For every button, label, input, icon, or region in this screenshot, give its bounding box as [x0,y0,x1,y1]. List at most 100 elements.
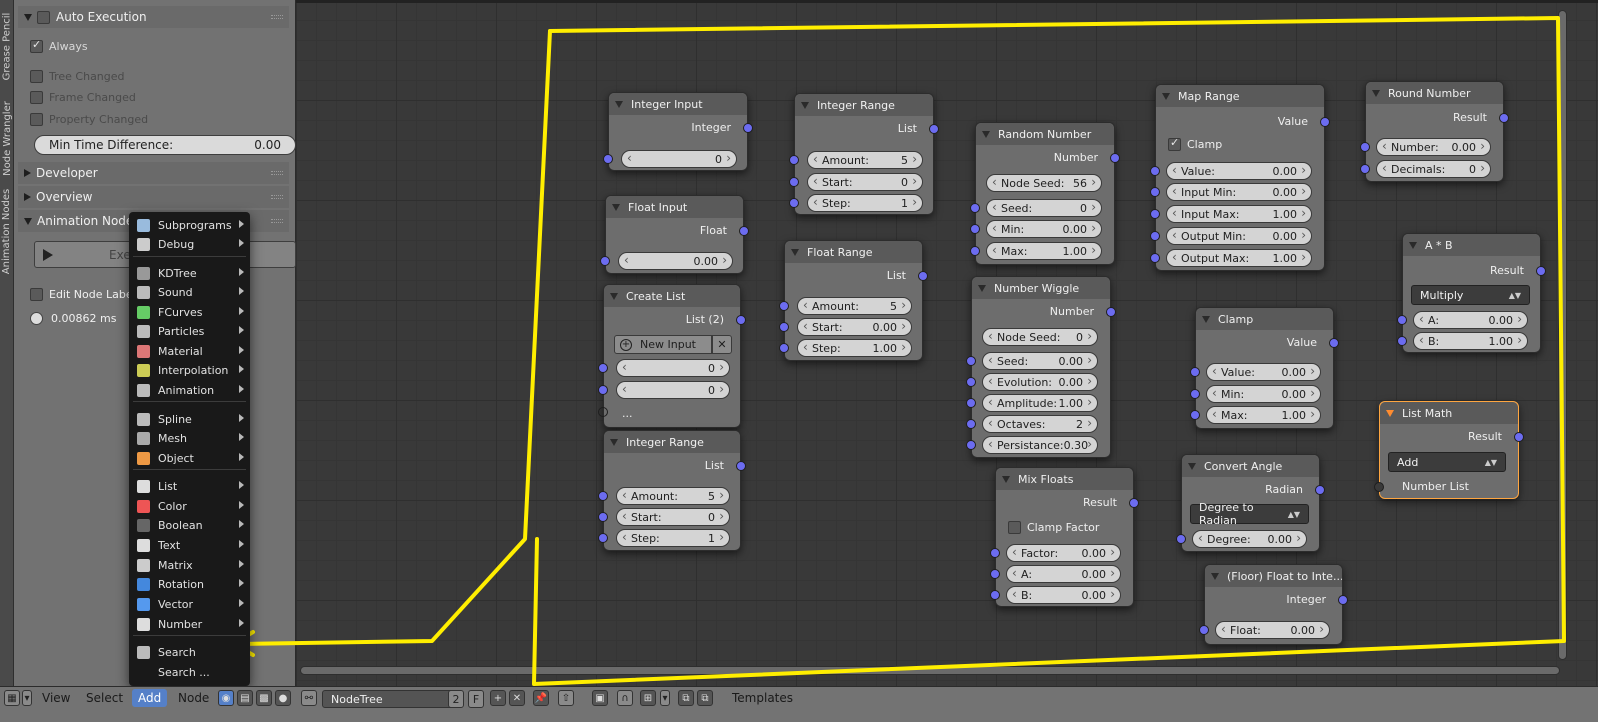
collapse-icon[interactable] [610,292,618,300]
dropdown-arrow-icon[interactable]: ▾ [660,690,670,706]
input-socket[interactable] [1199,625,1209,635]
menu-item-color[interactable]: Color [129,497,250,516]
input-socket[interactable] [779,343,789,353]
input-socket[interactable] [1360,164,1370,174]
dropdown-arrow-icon[interactable]: ▾ [22,690,32,706]
menu-item-matrix[interactable]: Matrix [129,556,250,575]
factor-field[interactable]: Factor: 0.00 [1006,544,1121,562]
node-convert-angle[interactable]: Convert Angle Radian Degree to Radian ▲▼ … [1176,454,1325,552]
snap-target-icon[interactable]: ⊞ [640,690,656,706]
vertical-scrollbar[interactable] [1558,10,1567,660]
collapse-icon[interactable] [612,203,620,211]
input-socket[interactable] [789,177,799,187]
input-socket[interactable] [598,363,608,373]
max-field[interactable]: Max: 1.00 [986,242,1102,260]
input-socket[interactable] [789,198,799,208]
input-socket[interactable] [990,590,1000,600]
tree-changed-option[interactable]: Tree Changed [30,70,125,83]
menu-item-list[interactable]: List [129,477,250,496]
input-socket[interactable] [789,155,799,165]
magnet-icon[interactable]: ∩ [617,690,633,706]
output-socket[interactable] [1514,432,1524,442]
menu-item-vector[interactable]: Vector [129,595,250,614]
amount-field[interactable]: Amount: 5 [616,487,730,505]
float-field[interactable]: Float: 0.00 [1215,621,1330,639]
empty-input-socket[interactable] [598,407,608,417]
node-header[interactable]: Float Input [606,196,743,218]
step-field[interactable]: Step: 1 [807,194,923,212]
clamp-factor-option[interactable]: Clamp Factor [1008,521,1099,534]
collapse-icon[interactable] [615,100,623,108]
decimals-field[interactable]: Decimals: 0 [1376,160,1491,178]
node-header[interactable]: Mix Floats [996,468,1133,490]
panel-overview[interactable]: Overview [18,186,289,208]
editor-type-icon[interactable]: ▦ [4,690,20,706]
select-menu[interactable]: Select [86,689,123,707]
node-seed-field[interactable]: Node Seed: 56 [986,174,1102,192]
unlink-icon[interactable]: ✕ [509,690,525,706]
collapse-icon[interactable] [791,248,799,256]
output-min-field[interactable]: Output Min: 0.00 [1166,227,1312,245]
drag-handle-icon[interactable] [271,219,283,223]
node-header[interactable]: Convert Angle [1182,455,1319,477]
input-socket[interactable] [1190,367,1200,377]
menu-item-animation[interactable]: Animation [129,381,250,400]
input-socket[interactable] [600,256,610,266]
node-mix-floats[interactable]: Mix Floats Result Clamp Factor Factor: 0.… [990,467,1139,607]
step-field[interactable]: Step: 1 [616,529,730,547]
output-socket[interactable] [736,461,746,471]
seed-field[interactable]: Seed: 0 [986,199,1102,217]
input-socket[interactable] [970,203,980,213]
menu-item-material[interactable]: Material [129,342,250,361]
pin-icon[interactable]: 📌 [533,690,549,706]
node-header[interactable]: Float Range [785,241,922,263]
menu-item-kdtree[interactable]: KDTree [129,264,250,283]
add-menu-button[interactable]: Add [132,689,168,707]
octaves-field[interactable]: Octaves: 2 [982,415,1098,433]
min-field[interactable]: Min: 0.00 [1206,385,1321,403]
node-header[interactable]: Create List [604,285,740,307]
input-socket[interactable] [966,398,976,408]
node-float-to-integer[interactable]: (Floor) Float to Inte... Integer Float: 0… [1199,564,1348,645]
input-socket[interactable] [779,322,789,332]
input-socket[interactable] [966,419,976,429]
input-socket[interactable] [966,356,976,366]
tree-changed-checkbox[interactable] [30,70,43,83]
templates-menu[interactable]: Templates [732,689,793,707]
shader-nodes-icon[interactable]: ◉ [218,690,234,706]
input-socket[interactable] [598,512,608,522]
output-socket[interactable] [1129,498,1139,508]
drag-handle-icon[interactable] [271,195,283,199]
node-header[interactable]: Clamp [1196,308,1333,330]
collapse-icon[interactable] [1409,241,1417,249]
property-changed-option[interactable]: Property Changed [30,113,148,126]
output-max-field[interactable]: Output Max: 1.00 [1166,249,1312,267]
node-header[interactable]: A * B [1403,234,1540,256]
clamp-factor-checkbox[interactable] [1008,521,1021,534]
output-socket[interactable] [929,124,939,134]
collapse-icon[interactable] [801,101,809,109]
max-field[interactable]: Max: 1.00 [1206,406,1321,424]
input-socket[interactable] [990,548,1000,558]
go-parent-icon[interactable]: ⇧ [558,690,574,706]
node-clamp[interactable]: Clamp Value Value: 0.00 Min: 0.00 Max: 1.00 [1190,307,1339,429]
start-field[interactable]: Start: 0 [616,508,730,526]
output-socket[interactable] [1338,595,1348,605]
edit-node-labels-checkbox[interactable] [30,288,43,301]
operation-select[interactable]: Add ▲▼ [1388,452,1506,472]
value-field[interactable]: Value: 0.00 [1206,363,1321,381]
tab-animation-nodes[interactable]: Animation Nodes [0,186,14,276]
node-seed-field[interactable]: Node Seed: 0 [982,328,1098,346]
output-socket[interactable] [1499,113,1509,123]
collapse-icon[interactable] [1188,462,1196,470]
menu-item-text[interactable]: Text [129,536,250,555]
input-socket[interactable] [1150,187,1160,197]
menu-item-fcurves[interactable]: FCurves [129,303,250,322]
input-socket[interactable] [1397,315,1407,325]
value-field[interactable]: Value: 0.00 [1166,162,1312,180]
input-socket[interactable] [1190,410,1200,420]
copy-icon[interactable]: ⧉ [678,690,694,706]
snap-icon[interactable]: ▣ [592,690,608,706]
input-socket[interactable] [598,533,608,543]
list-element-field[interactable]: 0 [616,381,730,399]
